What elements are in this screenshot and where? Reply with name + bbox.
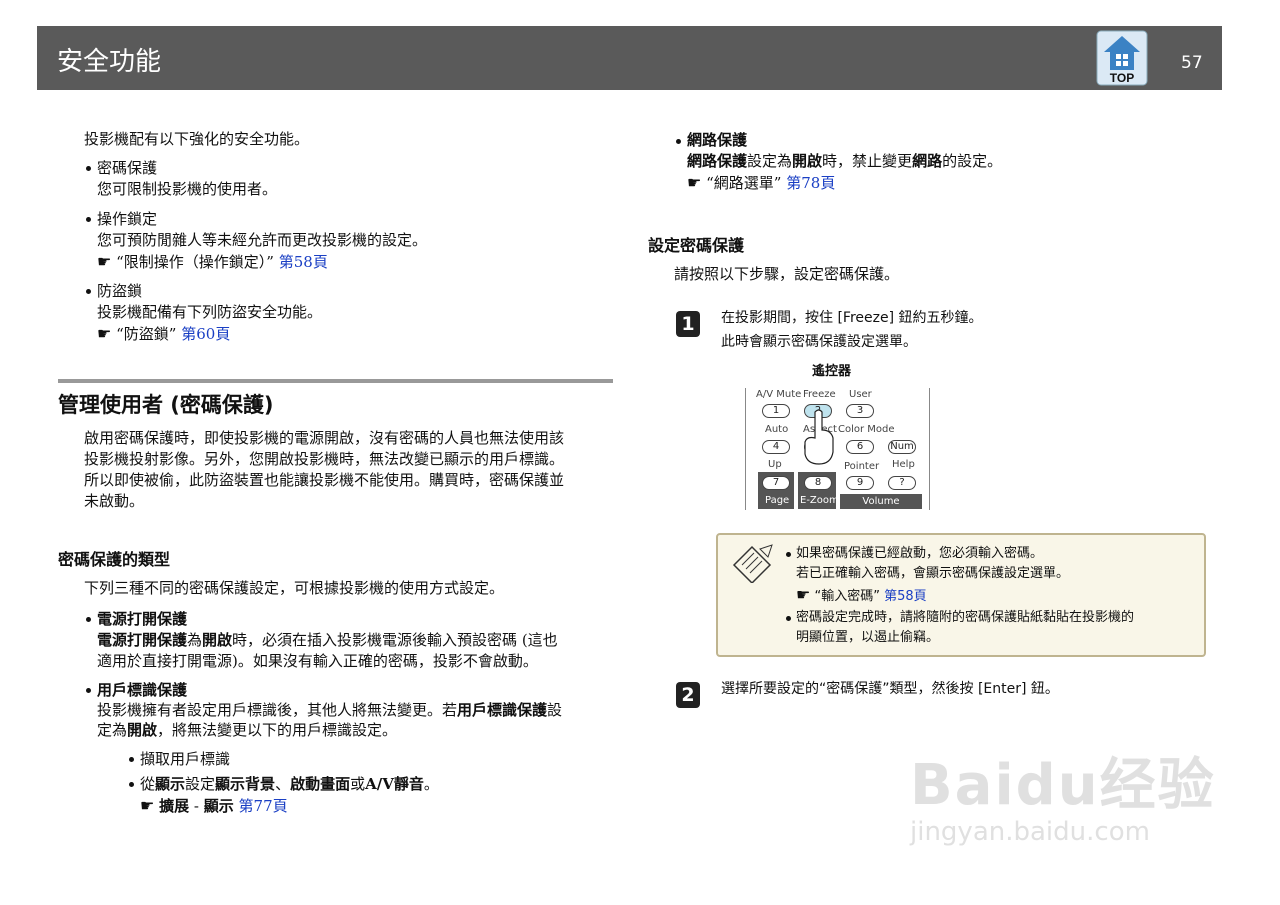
page-link[interactable]: 第58頁 [279,253,328,271]
type-title: 電源打開保護 [97,610,188,628]
step-number: 2 [676,682,700,708]
bullet [129,757,134,762]
cross-reference[interactable]: ☛ “輸入密碼” 第58頁 [796,584,927,607]
cross-reference[interactable]: ☛ “網路選單” 第78頁 [687,172,835,194]
remote-volume-label: Volume [840,494,922,509]
pointing-hand-icon: ☛ [687,173,702,192]
note-text: 明顯位置，以遏止偷竊。 [796,630,940,645]
step-text: 在投影期間，按住 [Freeze] 鈕約五秒鐘。 [721,310,983,326]
paragraph-line: 未啟動。 [84,492,145,510]
type-desc: 投影機擁有者設定用戶標識後，其他人將無法變更。若用戶標識保護設 [97,701,563,719]
bullet [786,616,791,621]
remote-key-label: User [849,389,872,400]
section-divider [58,379,613,383]
remote-key-label: Auto [765,424,789,435]
pointing-hand-icon: ☛ [140,796,155,815]
bullet [786,552,791,557]
page-header: 安全功能 TOP 57 [37,26,1222,90]
remote-key: 8 [804,476,832,490]
pointing-hand-icon: ☛ [796,585,811,604]
page-title: 安全功能 [57,47,162,77]
sub-item: 擷取用戶標識 [140,750,231,768]
pointing-hand-icon: ☛ [97,324,112,343]
remote-key: ? [888,476,916,490]
remote-key-label: Help [892,459,915,470]
remote-key-label: A/V Mute [756,389,802,400]
feature-title: 密碼保護 [97,159,158,177]
remote-key: 4 [762,440,790,454]
bullet [86,166,91,171]
remote-control-illustration: A/V Mute Freeze User 1 2 3 Auto Aspect C… [745,388,930,510]
paragraph-line: 所以即使被偷，此防盜裝置也能讓投影機不能使用。購買時，密碼保護並 [84,471,565,489]
step-text: 此時會顯示密碼保護設定選單。 [721,334,917,350]
section-heading: 管理使用者 (密碼保護) [58,393,274,417]
type-desc: 電源打開保護為開啟時，必須在插入投影機電源後輸入預設密碼 (這也 [97,631,558,649]
type-title: 網路保護 [687,131,748,149]
page-link[interactable]: 第60頁 [181,325,230,343]
note-text: 若已正確輸入密碼，會顯示密碼保護設定選單。 [796,566,1070,581]
cross-reference[interactable]: ☛ “限制操作（操作鎖定）” 第58頁 [97,251,328,273]
bullet [86,289,91,294]
bullet [676,139,681,144]
note-text: 如果密碼保護已經啟動，您必須輸入密碼。 [796,546,1044,561]
top-label: TOP [1110,71,1134,85]
note-box: 如果密碼保護已經啟動，您必須輸入密碼。 若已正確輸入密碼，會顯示密碼保護設定選單… [716,533,1206,657]
type-title: 用戶標識保護 [97,681,188,699]
top-home-icon[interactable]: TOP [1096,30,1148,86]
cross-reference[interactable]: ☛ “防盜鎖” 第60頁 [97,323,230,345]
remote-key-label: Up [768,459,782,470]
watermark-logo: Baidu经验 [910,753,1216,818]
setpw-intro: 請按照以下步驟，設定密碼保護。 [674,265,900,283]
page-link[interactable]: 第78頁 [786,174,835,192]
pointing-hand-icon: ☛ [97,252,112,271]
type-desc: 適用於直接打開電源)。如果沒有輸入正確的密碼，投影不會啟動。 [97,652,538,670]
remote-key-label: Color Mode [838,424,895,435]
step-number: 1 [676,311,700,337]
feature-title: 操作鎖定 [97,210,158,228]
page-link[interactable]: 第77頁 [239,797,288,815]
remote-key: 3 [846,404,874,418]
feature-desc: 您可預防閒雜人等未經允許而更改投影機的設定。 [97,231,428,249]
watermark: Baidu经验 jingyan.baidu.com [910,740,1216,847]
remote-key-label: Pointer [844,461,880,472]
remote-key: 1 [762,404,790,418]
pressing-hand-icon [804,409,834,465]
type-desc: 定為開啟，將無法變更以下的用戶標識設定。 [97,721,398,739]
page-number: 57 [1181,53,1203,73]
subheading: 設定密碼保護 [648,236,745,255]
types-intro: 下列三種不同的密碼保護設定，可根據投影機的使用方式設定。 [84,579,505,597]
paragraph-line: 投影機投射影像。另外，您開啟投影機時，無法改變已顯示的用戶標識。 [84,450,565,468]
remote-key-label: E-Zoom [800,495,839,506]
remote-key: Num [888,440,916,454]
remote-key-label: Freeze [803,389,836,400]
remote-key: 9 [846,476,874,490]
remote-key: 6 [846,440,874,454]
bullet [129,782,134,787]
remote-key: 7 [762,476,790,490]
step-text: 選擇所要設定的“密碼保護”類型，然後按 [Enter] 鈕。 [721,681,1059,697]
feature-desc: 您可限制投影機的使用者。 [97,180,278,198]
intro-text: 投影機配有以下強化的安全功能。 [84,130,310,148]
watermark-url: jingyan.baidu.com [910,817,1150,847]
sub-item: 從顯示設定顯示背景、啟動畫面或A/V靜音。 [140,775,439,793]
bullet [86,617,91,622]
note-text: 密碼設定完成時，請將隨附的密碼保護貼紙黏貼在投影機的 [796,610,1135,625]
type-desc: 網路保護設定為開啟時，禁止變更網路的設定。 [687,152,1003,170]
remote-key-label: Page [765,495,790,506]
subheading: 密碼保護的類型 [58,550,171,569]
page-link[interactable]: 第58頁 [884,589,927,604]
feature-title: 防盜鎖 [97,282,143,300]
feature-desc: 投影機配備有下列防盜安全功能。 [97,303,323,321]
cross-reference[interactable]: ☛ 擴展 - 顯示 第77頁 [140,795,288,817]
memo-pencil-icon [732,544,773,583]
paragraph-line: 啟用密碼保護時，即使投影機的電源開啟，沒有密碼的人員也無法使用該 [84,429,565,447]
remote-label: 遙控器 [812,364,852,379]
bullet [86,688,91,693]
bullet [86,217,91,222]
